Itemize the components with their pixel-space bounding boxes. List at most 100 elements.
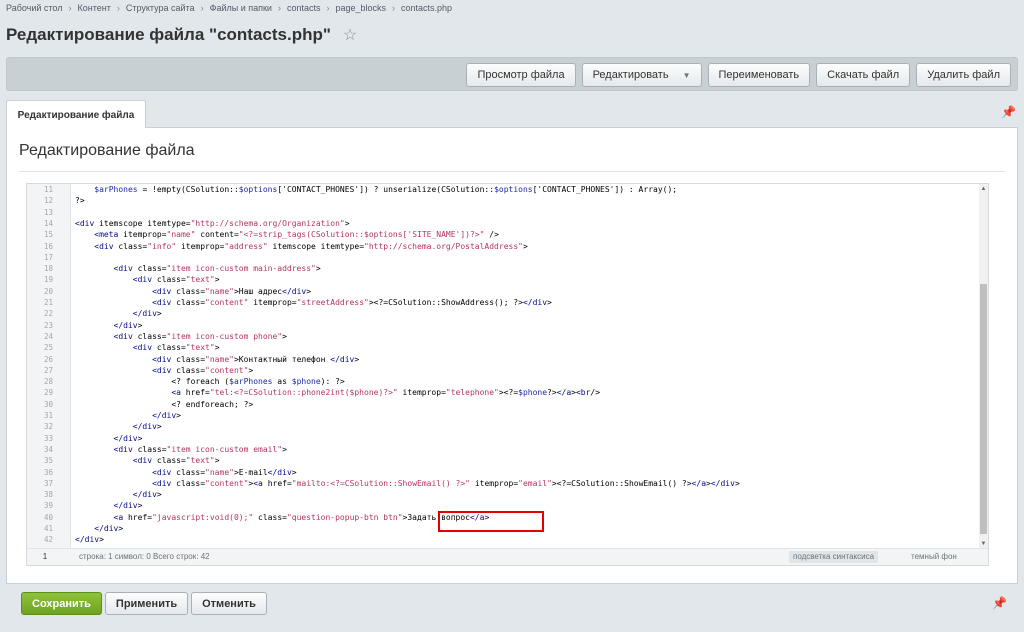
code-editor[interactable]: 11 $arPhones = !empty(CSolution::$option… bbox=[26, 183, 989, 566]
line-code[interactable]: <? endforeach; ?> bbox=[75, 399, 253, 410]
line-code[interactable]: <div class="content"> bbox=[75, 365, 253, 376]
delete-file-button[interactable]: Удалить файл bbox=[916, 63, 1011, 87]
code-line[interactable]: 14 <div itemscope itemtype="http://schema… bbox=[27, 218, 982, 229]
download-file-button[interactable]: Скачать файл bbox=[816, 63, 911, 87]
code-area[interactable]: 11 $arPhones = !empty(CSolution::$option… bbox=[27, 184, 982, 549]
line-code[interactable]: <div class="text"> bbox=[75, 274, 220, 285]
toolbar: Просмотр файла Редактировать ▼ Переименов… bbox=[6, 57, 1018, 91]
code-line[interactable]: 39 </div> bbox=[27, 500, 982, 511]
code-line[interactable]: 34 <div class="item icon-custom email"> bbox=[27, 444, 982, 455]
line-code[interactable]: <div class="item icon-custom main-addres… bbox=[75, 263, 321, 274]
code-line[interactable]: 28 <? foreach ($arPhones as $phone): ?> bbox=[27, 376, 982, 387]
code-line[interactable]: 25 <div class="text"> bbox=[27, 342, 982, 353]
line-code[interactable]: <div class="item icon-custom phone"> bbox=[75, 331, 287, 342]
code-line[interactable]: 17 bbox=[27, 252, 982, 263]
vertical-scrollbar[interactable]: ▲ ▼ bbox=[979, 184, 988, 549]
code-line[interactable]: 32 </div> bbox=[27, 421, 982, 432]
line-code[interactable]: </div> bbox=[75, 320, 143, 331]
breadcrumb-item-desktop[interactable]: Рабочий стол bbox=[6, 3, 63, 13]
line-code[interactable]: <div class="item icon-custom email"> bbox=[75, 444, 287, 455]
code-line[interactable]: 12 ?> bbox=[27, 195, 982, 206]
line-code[interactable]: <a href="javascript:void(0);" class="que… bbox=[75, 512, 490, 523]
line-number: 19 bbox=[43, 275, 53, 285]
line-code[interactable]: </div> bbox=[75, 410, 181, 421]
pin-icon[interactable]: 📌 bbox=[1001, 105, 1016, 119]
line-code[interactable]: <div class="content"><a href="mailto:<?=… bbox=[75, 478, 740, 489]
breadcrumb-item-content[interactable]: Контент bbox=[78, 3, 111, 13]
line-number: 15 bbox=[43, 230, 53, 240]
line-code[interactable]: </div> bbox=[75, 534, 104, 545]
code-line[interactable]: 22 </div> bbox=[27, 308, 982, 319]
line-code[interactable]: </div> bbox=[75, 489, 162, 500]
line-code[interactable]: <div class="name">Наш адрес</div> bbox=[75, 286, 311, 297]
current-line-number: 1 bbox=[42, 552, 48, 561]
panel-title: Редактирование файла bbox=[19, 142, 195, 159]
code-line[interactable]: 19 <div class="text"> bbox=[27, 274, 982, 285]
star-icon[interactable]: ☆ bbox=[343, 25, 357, 45]
scroll-up-icon[interactable]: ▲ bbox=[979, 186, 988, 192]
line-code[interactable]: $arPhones = !empty(CSolution::$options['… bbox=[75, 184, 677, 195]
breadcrumb-item-site-structure[interactable]: Структура сайта bbox=[126, 3, 195, 13]
title-row: Редактирование файла "contacts.php" ☆ bbox=[6, 22, 357, 48]
edit-dropdown-button[interactable]: Редактировать ▼ bbox=[581, 63, 702, 87]
code-line[interactable]: 13 bbox=[27, 207, 982, 218]
code-line[interactable]: 38 </div> bbox=[27, 489, 982, 500]
breadcrumb-item-files[interactable]: Файлы и папки bbox=[210, 3, 272, 13]
line-code[interactable]: <div class="text"> bbox=[75, 342, 220, 353]
line-code[interactable]: <div class="text"> bbox=[75, 455, 220, 466]
code-line[interactable]: 35 <div class="text"> bbox=[27, 455, 982, 466]
code-line[interactable]: 42 </div> bbox=[27, 534, 982, 545]
code-line[interactable]: 33 </div> bbox=[27, 433, 982, 444]
cancel-button[interactable]: Отменить bbox=[191, 592, 267, 615]
code-line[interactable]: 27 <div class="content"> bbox=[27, 365, 982, 376]
code-line[interactable]: 31 </div> bbox=[27, 410, 982, 421]
save-button[interactable]: Сохранить bbox=[21, 592, 102, 615]
code-line[interactable]: 29 <a href="tel:<?=CSolution::phone2int(… bbox=[27, 387, 982, 398]
view-file-button[interactable]: Просмотр файла bbox=[466, 63, 576, 87]
code-line[interactable]: 15 <meta itemprop="name" content="<?=str… bbox=[27, 229, 982, 240]
code-line[interactable]: 20 <div class="name">Наш адрес</div> bbox=[27, 286, 982, 297]
rename-button[interactable]: Переименовать bbox=[707, 63, 811, 87]
line-number: 14 bbox=[43, 218, 53, 228]
breadcrumb-item-page-blocks[interactable]: page_blocks bbox=[335, 3, 386, 13]
code-line[interactable]: 11 $arPhones = !empty(CSolution::$option… bbox=[27, 184, 982, 195]
syntax-highlight-toggle[interactable]: подсветка синтаксиса bbox=[789, 551, 879, 563]
line-code[interactable]: <div class="content" itemprop="streetAdd… bbox=[75, 297, 552, 308]
line-number: 22 bbox=[43, 309, 53, 319]
line-code[interactable]: </div> bbox=[75, 433, 143, 444]
line-code[interactable]: <? foreach ($arPhones as $phone): ?> bbox=[75, 376, 344, 387]
line-code[interactable]: <a href="tel:<?=CSolution::phone2int($ph… bbox=[75, 387, 600, 398]
line-number: 40 bbox=[43, 512, 53, 522]
line-number: 26 bbox=[43, 354, 53, 364]
line-code[interactable]: <div class="info" itemprop="address" ite… bbox=[75, 241, 528, 252]
pin-icon[interactable]: 📌 bbox=[992, 596, 1007, 610]
line-code[interactable]: <div itemscope itemtype="http://schema.o… bbox=[75, 218, 350, 229]
line-code[interactable]: <div class="name">E-mail</div> bbox=[75, 467, 297, 478]
line-code[interactable]: </div> bbox=[75, 308, 162, 319]
line-number: 41 bbox=[43, 524, 53, 533]
code-line[interactable]: 26 <div class="name">Контактный телефон … bbox=[27, 354, 982, 365]
line-code[interactable]: ?> bbox=[75, 195, 85, 206]
code-line[interactable]: 30 <? endforeach; ?> bbox=[27, 399, 982, 410]
line-code[interactable]: </div> bbox=[75, 500, 143, 511]
code-line[interactable]: 24 <div class="item icon-custom phone"> bbox=[27, 331, 982, 342]
line-code[interactable]: </div> bbox=[75, 523, 123, 534]
code-line[interactable]: 37 <div class="content"><a href="mailto:… bbox=[27, 478, 982, 489]
code-line[interactable]: 21 <div class="content" itemprop="street… bbox=[27, 297, 982, 308]
line-code[interactable]: </div> bbox=[75, 421, 162, 432]
code-line[interactable]: 23 </div> bbox=[27, 320, 982, 331]
tab-edit-file[interactable]: Редактирование файла bbox=[6, 100, 146, 129]
breadcrumb-item-contacts[interactable]: contacts bbox=[287, 3, 321, 13]
code-line[interactable]: 18 <div class="item icon-custom main-add… bbox=[27, 263, 982, 274]
apply-button[interactable]: Применить bbox=[104, 592, 189, 615]
line-code[interactable]: <div class="name">Контактный телефон </d… bbox=[75, 354, 359, 365]
scroll-down-icon[interactable]: ▼ bbox=[979, 541, 988, 547]
scrollbar-thumb[interactable] bbox=[980, 284, 987, 534]
line-code[interactable]: <meta itemprop="name" content="<?=strip_… bbox=[75, 229, 499, 240]
line-number: 39 bbox=[43, 501, 53, 511]
code-line[interactable]: 16 <div class="info" itemprop="address" … bbox=[27, 241, 982, 252]
highlight-annotation-box bbox=[438, 511, 544, 532]
line-number: 32 bbox=[43, 422, 53, 432]
dark-theme-toggle[interactable]: темный фон bbox=[911, 552, 957, 561]
code-line[interactable]: 36 <div class="name">E-mail</div> bbox=[27, 467, 982, 478]
